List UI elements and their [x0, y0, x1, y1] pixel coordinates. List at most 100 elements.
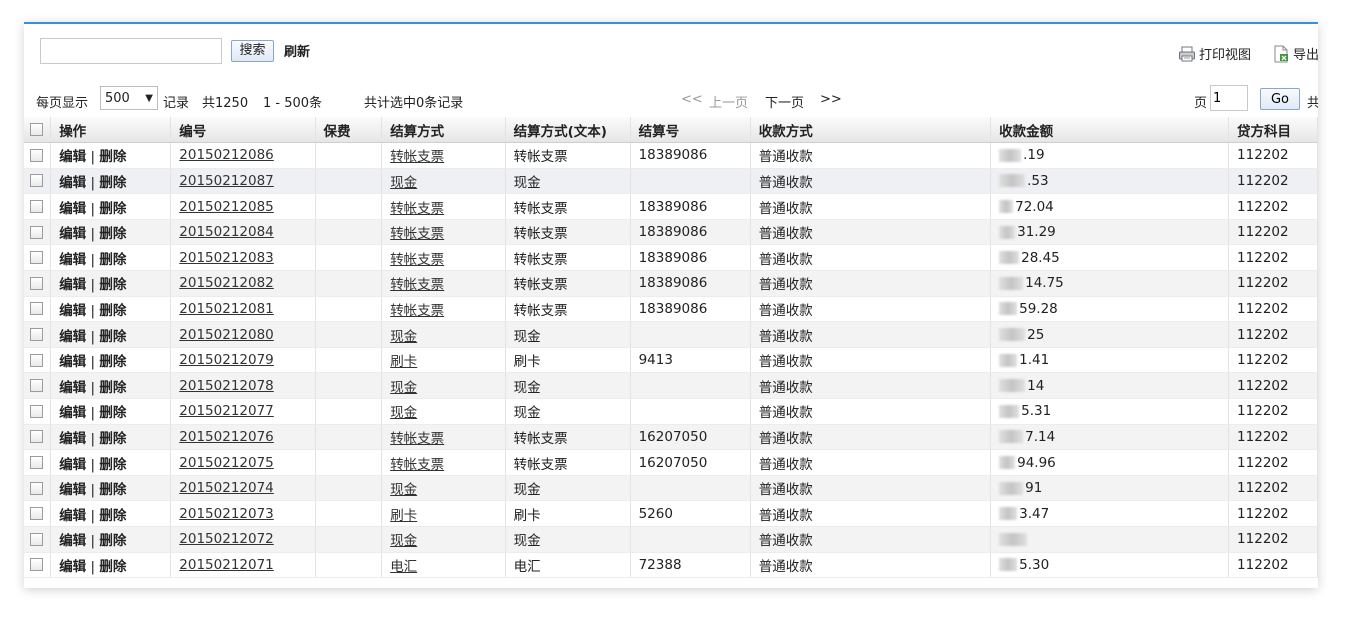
settle-method-link[interactable]: 转帐支票 — [390, 457, 444, 473]
delete-link[interactable]: 删除 — [99, 329, 126, 345]
table-row[interactable]: 编辑 | 删除 20150212080 现金 现金 普通收款 25 112202 — [24, 321, 1318, 348]
table-row[interactable]: 编辑 | 删除 20150212081 转帐支票 转帐支票 18389086 普通收款 59… — [24, 296, 1318, 323]
settle-method-link[interactable]: 转帐支票 — [390, 277, 444, 293]
table-row[interactable]: 编辑 | 删除 20150212083 转帐支票 转帐支票 18389086 普通收款 28… — [24, 244, 1318, 272]
delete-link[interactable]: 删除 — [99, 533, 126, 549]
record-id-link[interactable]: 20150212074 — [179, 480, 273, 496]
row-checkbox[interactable] — [30, 507, 43, 521]
edit-link[interactable]: 编辑 — [59, 559, 86, 575]
delete-link[interactable]: 删除 — [99, 380, 126, 396]
edit-link[interactable]: 编辑 — [59, 533, 86, 549]
settle-method-link[interactable]: 转帐支票 — [390, 226, 444, 242]
settle-method-link[interactable]: 刷卡 — [390, 508, 417, 524]
export-link[interactable]: 导出 — [1272, 44, 1318, 63]
record-id-link[interactable]: 20150212082 — [179, 275, 273, 291]
edit-link[interactable]: 编辑 — [59, 457, 86, 473]
delete-link[interactable]: 删除 — [99, 405, 126, 421]
settle-method-link[interactable]: 转帐支票 — [390, 252, 444, 268]
col-header-method-text[interactable]: 结算方式(文本) — [505, 117, 631, 144]
delete-link[interactable]: 删除 — [99, 482, 126, 498]
table-row[interactable]: 编辑 | 删除 20150212082 转帐支票 转帐支票 18389086 普通收款 14… — [24, 270, 1318, 297]
record-id-link[interactable]: 20150212078 — [179, 378, 273, 394]
row-checkbox[interactable] — [30, 379, 43, 393]
delete-link[interactable]: 删除 — [99, 354, 126, 370]
settle-method-link[interactable]: 转帐支票 — [390, 431, 444, 447]
edit-link[interactable]: 编辑 — [59, 149, 86, 165]
settle-method-link[interactable]: 现金 — [390, 405, 417, 421]
page-size-select[interactable]: 500 ▼ — [100, 86, 158, 110]
record-id-link[interactable]: 20150212072 — [179, 531, 273, 547]
edit-link[interactable]: 编辑 — [59, 431, 86, 447]
col-header-settle-no[interactable]: 结算号 — [630, 117, 751, 144]
edit-link[interactable]: 编辑 — [59, 175, 86, 191]
settle-method-link[interactable]: 转帐支票 — [390, 201, 444, 217]
print-view-link[interactable]: 打印视图 — [1178, 44, 1251, 63]
row-checkbox[interactable] — [30, 251, 43, 265]
row-checkbox[interactable] — [30, 276, 43, 290]
col-header-pay-type[interactable]: 收款方式 — [750, 117, 992, 144]
table-row[interactable]: 编辑 | 删除 20150212087 现金 现金 普通收款 .53 112202 — [24, 168, 1318, 195]
first-page-button[interactable]: << — [681, 92, 703, 107]
record-id-link[interactable]: 20150212081 — [179, 301, 273, 317]
table-row[interactable]: 编辑 | 删除 20150212086 转帐支票 转帐支票 18389086 普通收款 .1… — [24, 142, 1318, 169]
table-row[interactable]: 编辑 | 删除 20150212073 刷卡 刷卡 5260 普通收款 3.47 112202 — [24, 500, 1318, 527]
delete-link[interactable]: 删除 — [99, 559, 126, 575]
record-id-link[interactable]: 20150212076 — [179, 429, 273, 445]
edit-link[interactable]: 编辑 — [59, 226, 86, 242]
col-header-fee[interactable]: 保费 — [315, 117, 383, 144]
delete-link[interactable]: 删除 — [99, 508, 126, 524]
col-header-amount[interactable]: 收款金额 — [990, 117, 1230, 144]
table-row[interactable]: 编辑 | 删除 20150212084 转帐支票 转帐支票 18389086 普通收款 31… — [24, 219, 1318, 246]
row-checkbox[interactable] — [30, 481, 43, 495]
row-checkbox[interactable] — [30, 430, 43, 444]
settle-method-link[interactable]: 刷卡 — [390, 354, 417, 370]
col-header-method[interactable]: 结算方式 — [381, 117, 506, 144]
delete-link[interactable]: 删除 — [99, 226, 126, 242]
go-button[interactable]: Go — [1260, 88, 1300, 110]
edit-link[interactable]: 编辑 — [59, 405, 86, 421]
next-page-button[interactable]: 下一页 — [765, 92, 804, 111]
row-checkbox[interactable] — [30, 302, 43, 316]
settle-method-link[interactable]: 转帐支票 — [390, 303, 444, 319]
edit-link[interactable]: 编辑 — [59, 329, 86, 345]
settle-method-link[interactable]: 现金 — [390, 533, 417, 549]
edit-link[interactable]: 编辑 — [59, 201, 86, 217]
col-header-actions[interactable]: 操作 — [50, 117, 172, 144]
edit-link[interactable]: 编辑 — [59, 303, 86, 319]
delete-link[interactable]: 删除 — [99, 201, 126, 217]
settle-method-link[interactable]: 现金 — [390, 175, 417, 191]
record-id-link[interactable]: 20150212083 — [179, 250, 273, 266]
delete-link[interactable]: 删除 — [99, 277, 126, 293]
edit-link[interactable]: 编辑 — [59, 252, 86, 268]
settle-method-link[interactable]: 现金 — [390, 482, 417, 498]
edit-link[interactable]: 编辑 — [59, 482, 86, 498]
prev-page-button[interactable]: 上一页 — [709, 92, 748, 111]
edit-link[interactable]: 编辑 — [59, 508, 86, 524]
table-row[interactable]: 编辑 | 删除 20150212085 转帐支票 转帐支票 18389086 普通收款 72… — [24, 193, 1318, 220]
delete-link[interactable]: 删除 — [99, 303, 126, 319]
row-checkbox[interactable] — [30, 328, 43, 342]
last-page-button[interactable]: >> — [820, 92, 842, 107]
row-checkbox[interactable] — [30, 200, 43, 214]
table-row[interactable]: 编辑 | 删除 20150212079 刷卡 刷卡 9413 普通收款 1.41 112202 — [24, 347, 1318, 374]
delete-link[interactable]: 删除 — [99, 431, 126, 447]
record-id-link[interactable]: 20150212087 — [179, 173, 273, 189]
table-row[interactable]: 编辑 | 删除 20150212075 转帐支票 转帐支票 16207050 普通收款 94… — [24, 449, 1318, 476]
record-id-link[interactable]: 20150212075 — [179, 455, 273, 471]
edit-link[interactable]: 编辑 — [59, 380, 86, 396]
row-checkbox[interactable] — [30, 456, 43, 470]
settle-method-link[interactable]: 转帐支票 — [390, 149, 444, 165]
row-checkbox[interactable] — [30, 558, 43, 572]
row-checkbox[interactable] — [30, 353, 43, 367]
table-row[interactable]: 编辑 | 删除 20150212074 现金 现金 普通收款 91 112202 — [24, 475, 1318, 502]
table-row[interactable]: 编辑 | 删除 20150212072 现金 现金 普通收款 112202 — [24, 526, 1318, 553]
row-checkbox[interactable] — [30, 225, 43, 239]
table-row[interactable]: 编辑 | 删除 20150212071 电汇 电汇 72388 普通收款 5.30 11220… — [24, 552, 1318, 579]
settle-method-link[interactable]: 电汇 — [390, 559, 417, 575]
delete-link[interactable]: 删除 — [99, 457, 126, 473]
record-id-link[interactable]: 20150212084 — [179, 224, 273, 240]
record-id-link[interactable]: 20150212085 — [179, 199, 273, 215]
edit-link[interactable]: 编辑 — [59, 277, 86, 293]
row-checkbox[interactable] — [30, 148, 43, 162]
row-checkbox[interactable] — [30, 404, 43, 418]
